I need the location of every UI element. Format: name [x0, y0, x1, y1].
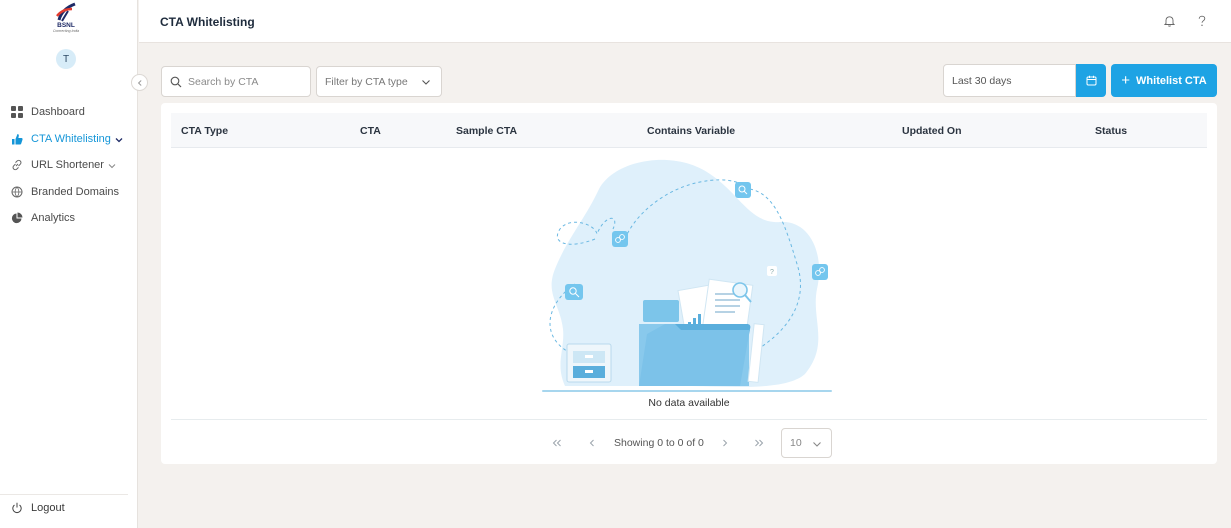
sidebar-item-label: Dashboard — [31, 106, 85, 119]
column-header[interactable]: Updated On — [902, 125, 962, 137]
sidebar-item-label: CTA Whitelisting — [31, 132, 111, 145]
brand-logo[interactable]: BSNL Connecting India — [49, 2, 83, 38]
pie-chart-icon — [10, 212, 23, 225]
chevron-down-icon — [422, 80, 430, 85]
svg-text:?: ? — [770, 269, 774, 276]
sidebar-item-label: Branded Domains — [31, 185, 120, 198]
thumb-icon — [10, 132, 23, 145]
table-footer-divider — [171, 419, 1207, 420]
date-picker-button[interactable] — [1076, 64, 1106, 97]
sidebar-nav: Dashboard CTA Whitelisting URL Shortener — [0, 99, 138, 232]
empty-state-text: No data available — [648, 397, 730, 409]
search-icon — [170, 76, 182, 87]
pagination-info: Showing 0 to 0 of 0 — [614, 437, 704, 449]
sidebar-item-branded-domains[interactable]: Branded Domains — [0, 179, 138, 206]
chevron-left-icon — [137, 79, 142, 86]
logout-label: Logout — [31, 501, 65, 514]
calendar-icon — [1086, 75, 1096, 86]
logo-brand-text: BSNL — [57, 22, 75, 29]
power-icon — [10, 501, 23, 514]
column-header[interactable]: CTA Type — [181, 125, 228, 137]
whitelist-cta-button[interactable]: + Whitelist CTA — [1111, 64, 1217, 97]
first-page-button[interactable] — [550, 428, 564, 458]
logo-tagline: Connecting India — [52, 29, 80, 33]
sidebar-collapse-button[interactable] — [131, 74, 148, 91]
prev-page-button[interactable] — [585, 428, 599, 458]
cta-table-card: CTA Type CTA Sample CTA Contains Variabl… — [161, 103, 1217, 464]
column-header[interactable]: Contains Variable — [647, 125, 735, 137]
rows-per-page-value: 10 — [790, 437, 802, 449]
sidebar-item-label: URL Shortener — [31, 159, 104, 172]
help-icon[interactable] — [1195, 14, 1209, 28]
double-chevron-right-icon — [755, 439, 764, 447]
cta-type-filter-select[interactable]: Filter by CTA type — [316, 66, 442, 97]
avatar[interactable]: T — [56, 49, 76, 69]
date-range-field[interactable]: Last 30 days — [943, 64, 1076, 97]
grid-icon — [10, 106, 23, 119]
search-input[interactable] — [188, 75, 303, 88]
double-chevron-left-icon — [552, 439, 561, 447]
sidebar-item-analytics[interactable]: Analytics — [0, 205, 138, 232]
date-range-value: Last 30 days — [952, 74, 1012, 87]
chevron-left-icon — [589, 439, 594, 447]
chevron-right-icon — [723, 439, 728, 447]
rows-per-page-select[interactable]: 10 — [781, 428, 832, 458]
whitelist-cta-label: Whitelist CTA — [1136, 74, 1207, 87]
logout-button[interactable]: Logout — [0, 494, 128, 520]
sidebar: BSNL Connecting India T Dashboard CTA Wh… — [0, 0, 138, 528]
column-header[interactable]: Sample CTA — [456, 125, 517, 137]
table-header: CTA Type CTA Sample CTA Contains Variabl… — [171, 113, 1207, 148]
sidebar-item-cta-whitelisting[interactable]: CTA Whitelisting — [0, 126, 138, 153]
chevron-down-icon — [108, 161, 116, 169]
chevron-down-icon — [115, 135, 123, 143]
bsnl-logo-icon — [56, 2, 76, 22]
globe-icon — [10, 185, 23, 198]
page-title: CTA Whitelisting — [160, 15, 255, 29]
empty-state-illustration: ? — [542, 159, 832, 392]
last-page-button[interactable] — [752, 428, 766, 458]
sidebar-item-url-shortener[interactable]: URL Shortener — [0, 152, 138, 179]
plus-icon: + — [1121, 72, 1131, 89]
sidebar-item-label: Analytics — [31, 212, 76, 225]
chevron-down-icon — [813, 442, 821, 447]
filter-placeholder: Filter by CTA type — [325, 75, 408, 88]
sidebar-item-dashboard[interactable]: Dashboard — [0, 99, 138, 126]
search-box[interactable] — [161, 66, 311, 97]
link-icon — [10, 159, 23, 172]
next-page-button[interactable] — [718, 428, 732, 458]
column-header[interactable]: CTA — [360, 125, 381, 137]
top-header: CTA Whitelisting — [139, 0, 1231, 43]
column-header[interactable]: Status — [1095, 125, 1127, 137]
bell-icon[interactable] — [1162, 14, 1176, 28]
